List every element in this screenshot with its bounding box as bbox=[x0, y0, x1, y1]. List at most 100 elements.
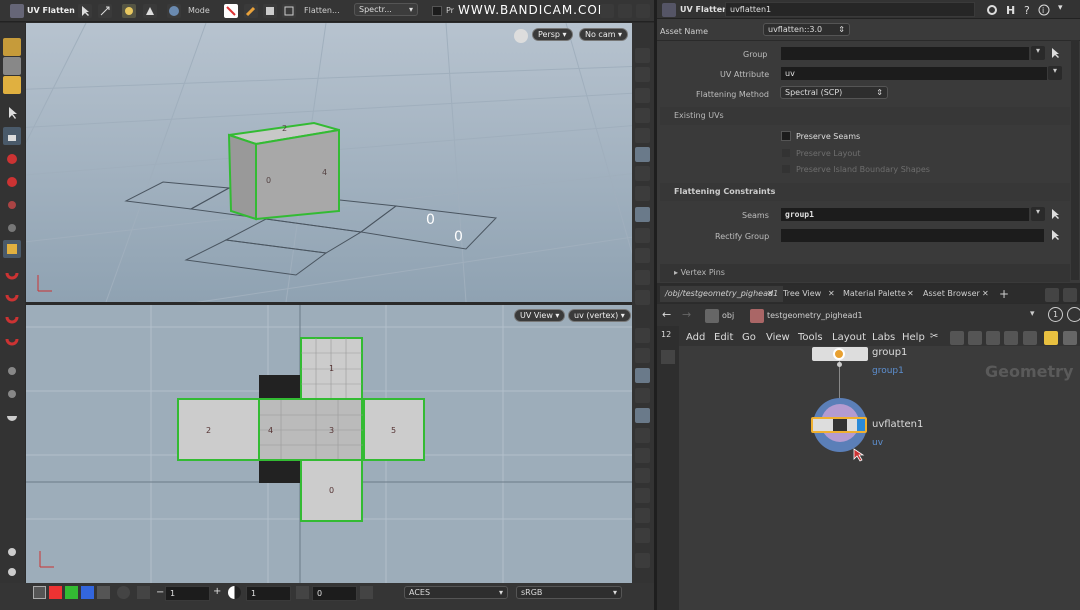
bowl-tool-icon[interactable] bbox=[3, 408, 21, 426]
uv-view-button[interactable]: UV View ▾ bbox=[514, 309, 566, 322]
box-tool-icon[interactable] bbox=[3, 57, 21, 75]
rotate-tool-icon[interactable] bbox=[3, 150, 21, 168]
preserve-checkbox[interactable] bbox=[432, 6, 442, 16]
tab-close-icon[interactable]: ✕ bbox=[765, 286, 776, 302]
scale-tool-icon[interactable] bbox=[3, 173, 21, 191]
uv-tool-8-icon[interactable] bbox=[635, 468, 650, 483]
grid-toggle-icon[interactable] bbox=[97, 586, 110, 599]
info-icon[interactable]: ? bbox=[1020, 3, 1034, 17]
grid-tool-icon[interactable] bbox=[3, 385, 21, 403]
tab-close-icon[interactable]: ✕ bbox=[826, 286, 837, 302]
layout-3-icon[interactable] bbox=[986, 331, 1000, 345]
uv-tool-5-icon[interactable] bbox=[635, 408, 650, 423]
colorspace-dropdown[interactable]: ACES ▾ bbox=[404, 586, 508, 599]
camera-menu-button[interactable]: No cam ▾ bbox=[579, 28, 629, 41]
group-dropdown-icon[interactable]: ▾ bbox=[1031, 46, 1045, 60]
dot-grid-icon[interactable] bbox=[137, 586, 150, 599]
param-scrollbar[interactable] bbox=[1071, 40, 1079, 280]
preserve-seams-checkbox[interactable] bbox=[781, 131, 791, 141]
node-display-flag[interactable] bbox=[857, 419, 865, 431]
color-swatch-red[interactable] bbox=[49, 586, 62, 599]
persp-menu-button[interactable]: Persp ▾ bbox=[532, 28, 573, 41]
select-arrow-icon[interactable] bbox=[78, 4, 92, 18]
tab-close-icon[interactable]: ✕ bbox=[980, 286, 991, 302]
menu-add[interactable]: Add bbox=[686, 332, 705, 343]
gear-icon[interactable] bbox=[985, 3, 999, 17]
toolbar-minimize-icon[interactable] bbox=[600, 4, 614, 18]
network-canvas[interactable] bbox=[679, 346, 1080, 610]
light-tool-icon[interactable] bbox=[3, 563, 21, 581]
bottom-field-3[interactable]: 0 bbox=[312, 586, 357, 601]
magnet-tool-icon[interactable] bbox=[3, 268, 21, 286]
menu-go[interactable]: Go bbox=[742, 332, 756, 343]
seams-select-arrow-icon[interactable] bbox=[1048, 207, 1062, 221]
uv-tool-7-icon[interactable] bbox=[635, 448, 650, 463]
uv-attribute-dropdown-icon[interactable]: ▾ bbox=[1048, 66, 1062, 80]
toolbar-max-icon[interactable] bbox=[618, 4, 632, 18]
wrench-icon[interactable]: ✂ bbox=[930, 331, 944, 345]
tab-close-icon[interactable]: ✕ bbox=[905, 286, 916, 302]
info-circle-icon[interactable]: 1 bbox=[1048, 307, 1063, 322]
flattening-method-dropdown[interactable]: Spectral (SCP) ⇕ bbox=[780, 86, 888, 99]
snap-display-icon[interactable] bbox=[635, 248, 650, 263]
uv-attribute-field[interactable]: uv bbox=[780, 66, 1048, 81]
node-name-field[interactable]: uvflatten1 bbox=[725, 2, 975, 17]
paint-tool-icon[interactable] bbox=[3, 76, 21, 94]
group-field[interactable] bbox=[780, 46, 1030, 61]
display-options-icon[interactable] bbox=[635, 48, 650, 63]
prim-display-icon[interactable] bbox=[635, 228, 650, 243]
path-obj[interactable]: obj bbox=[722, 311, 734, 320]
display-dropdown[interactable]: sRGB ▾ bbox=[516, 586, 622, 599]
back-arrow-icon[interactable]: ← bbox=[662, 308, 671, 321]
menu-chevron-icon[interactable]: ▾ bbox=[1058, 3, 1072, 17]
asset-name-dropdown[interactable]: uvflatten::3.0 ⇕ bbox=[763, 23, 850, 36]
layout-2-icon[interactable] bbox=[968, 331, 982, 345]
flatten-menu[interactable]: Flatten... bbox=[304, 6, 340, 15]
viewport-uv[interactable]: 1 2 4 3 5 0 UV View ▾ uv (vertex) ▾ bbox=[26, 305, 632, 583]
gear-icon[interactable] bbox=[117, 586, 130, 599]
lock-view-icon[interactable] bbox=[514, 29, 528, 43]
mode-uv-icon[interactable] bbox=[224, 4, 238, 18]
uv-tool-2-icon[interactable] bbox=[635, 348, 650, 363]
menu-view[interactable]: View bbox=[766, 332, 790, 343]
node-uvflatten1[interactable] bbox=[811, 417, 867, 433]
uv-tool-4-icon[interactable] bbox=[635, 388, 650, 403]
path-node[interactable]: testgeometry_pighead1 bbox=[767, 311, 863, 320]
gamma-icon[interactable] bbox=[296, 586, 309, 599]
tab-material-palette[interactable]: Material Palette bbox=[838, 286, 911, 302]
extra-display-icon[interactable] bbox=[635, 290, 650, 305]
rectify-group-field[interactable] bbox=[780, 228, 1045, 243]
uv-tool-9-icon[interactable] bbox=[635, 488, 650, 503]
normal-display-icon[interactable] bbox=[635, 166, 650, 181]
snap2-tool-icon[interactable] bbox=[3, 312, 21, 330]
info-2-icon[interactable]: i bbox=[1037, 3, 1051, 17]
render-tool-icon[interactable] bbox=[3, 362, 21, 380]
path-dropdown-icon[interactable]: ▾ bbox=[1030, 309, 1035, 319]
plus-button[interactable]: + bbox=[213, 586, 221, 597]
menu-tools[interactable]: Tools bbox=[798, 332, 823, 343]
mode-layout-icon[interactable] bbox=[282, 4, 296, 18]
layout-4-icon[interactable] bbox=[1004, 331, 1018, 345]
uv-tool-10-icon[interactable] bbox=[635, 508, 650, 523]
uv-tool-12-icon[interactable] bbox=[635, 553, 650, 568]
sticky-note-icon[interactable] bbox=[1044, 331, 1058, 345]
lock-camera-icon[interactable] bbox=[635, 88, 650, 103]
uv-tool-1-icon[interactable] bbox=[635, 328, 650, 343]
camera-tool-icon[interactable] bbox=[3, 543, 21, 561]
net-tool-1-icon[interactable]: 12 bbox=[661, 330, 675, 344]
menu-help[interactable]: Help bbox=[902, 332, 925, 343]
network-box-icon[interactable] bbox=[1063, 331, 1077, 345]
select-tool-icon[interactable] bbox=[3, 104, 21, 122]
help-icon[interactable]: H bbox=[1003, 3, 1017, 17]
section-vertex-pins[interactable]: ▸ Vertex Pins bbox=[660, 264, 1070, 282]
layout-1-icon[interactable] bbox=[950, 331, 964, 345]
rectify-select-arrow-icon[interactable] bbox=[1048, 228, 1062, 242]
add-tab-icon[interactable]: + bbox=[995, 286, 1013, 302]
bottom-field-2[interactable]: 1 bbox=[246, 586, 291, 601]
toolbar-close-icon[interactable] bbox=[636, 4, 650, 18]
mode-edit-icon[interactable] bbox=[244, 4, 258, 18]
help-circle-icon[interactable] bbox=[1067, 307, 1080, 322]
handle-tool-icon[interactable] bbox=[3, 196, 21, 214]
seams-field[interactable]: group1 bbox=[780, 207, 1030, 222]
color-swatch-green[interactable] bbox=[65, 586, 78, 599]
